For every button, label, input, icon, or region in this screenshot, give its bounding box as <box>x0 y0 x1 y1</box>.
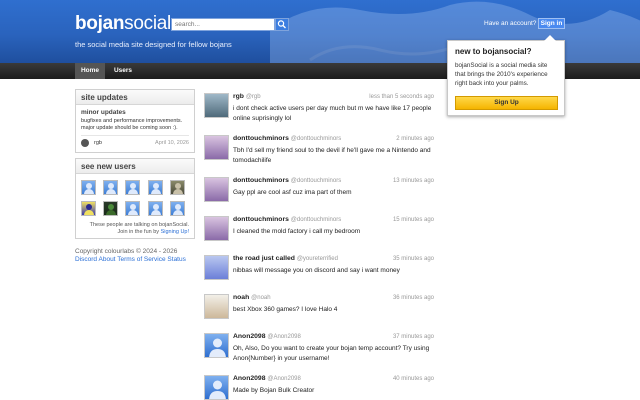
search-icon <box>277 20 286 29</box>
post-text: Made by Bojan Bulk Creator <box>233 387 315 394</box>
post-handle: @Anon2098 <box>267 334 301 340</box>
new-user-avatar[interactable] <box>103 201 118 216</box>
post-avatar[interactable] <box>204 375 229 400</box>
post-text: best Xbox 360 games? I love Halo 4 <box>233 306 338 313</box>
post-item: noah @noah 36 minutes ago best Xbox 360 … <box>204 294 436 322</box>
post-avatar[interactable] <box>204 255 229 280</box>
update-item: minor updates bugfixes and performance i… <box>76 105 194 149</box>
nav-users[interactable]: Users <box>107 63 139 79</box>
post-item: donttouchminors @donttouchminors 13 minu… <box>204 177 436 205</box>
post-text: I cleaned the mold factory i call my bed… <box>233 228 361 235</box>
post-author[interactable]: rgb @rgb <box>233 93 261 100</box>
post-text: nibbas will message you on discord and s… <box>233 267 400 274</box>
post-text: i dont check active users per day much b… <box>233 105 432 122</box>
new-user-avatar[interactable] <box>125 201 140 216</box>
site-tagline: the social media site designed for fello… <box>75 40 232 49</box>
update-meta: rgb April 10, 2026 <box>81 135 189 149</box>
post-author[interactable]: Anon2098 @Anon2098 <box>233 375 301 382</box>
post-author[interactable]: donttouchminors @donttouchminors <box>233 177 341 184</box>
footer-link-terms[interactable]: Terms of Service <box>117 256 165 263</box>
join-note: These people are talking on bojanSocial.… <box>76 222 194 239</box>
footer-link-status[interactable]: Status <box>167 256 185 263</box>
new-user-avatar[interactable] <box>81 201 96 216</box>
post-text: Oh, Also, Do you want to create your boj… <box>233 345 430 362</box>
update-author-avatar[interactable] <box>81 139 89 147</box>
post-handle: @noah <box>251 295 271 301</box>
post-item: rgb @rgb less than 5 seconds ago i dont … <box>204 93 436 127</box>
new-user-avatar[interactable] <box>81 180 96 195</box>
post-author[interactable]: the road just called @youreterrified <box>233 255 338 262</box>
footer-link-about[interactable]: About <box>99 256 116 263</box>
post-time[interactable]: 2 minutes ago <box>396 136 434 142</box>
post-item: donttouchminors @donttouchminors 15 minu… <box>204 216 436 244</box>
update-body: bugfixes and performance improvements. m… <box>81 118 183 131</box>
post-author[interactable]: donttouchminors @donttouchminors <box>233 135 341 142</box>
popover-arrow <box>544 35 556 41</box>
site-updates-heading: site updates <box>76 90 194 105</box>
logo-bold-text: bojan <box>75 13 125 34</box>
post-handle: @rgb <box>245 94 261 100</box>
post-time[interactable]: 15 minutes ago <box>393 217 434 223</box>
post-time[interactable]: 35 minutes ago <box>393 256 434 262</box>
post-avatar[interactable] <box>204 177 229 202</box>
logo-rest-text: social <box>124 13 171 34</box>
post-avatar[interactable] <box>204 135 229 160</box>
post-author[interactable]: donttouchminors @donttouchminors <box>233 216 341 223</box>
update-date: April 10, 2026 <box>155 140 189 146</box>
signup-popover: new to bojansocial? bojanSocial is a soc… <box>447 35 565 116</box>
post-time[interactable]: less than 5 seconds ago <box>369 94 434 100</box>
new-user-avatar[interactable] <box>148 180 163 195</box>
post-item: donttouchminors @donttouchminors 2 minut… <box>204 135 436 169</box>
footer: Copyright colourlabs © 2024 - 2026 Disco… <box>75 248 186 264</box>
footer-links: Discord About Terms of Service Status <box>75 256 186 264</box>
copyright-text: Copyright colourlabs © 2024 - 2026 <box>75 248 178 255</box>
sign-up-button[interactable]: Sign Up <box>455 96 558 110</box>
new-user-avatar[interactable] <box>125 180 140 195</box>
post-item: Anon2098 @Anon2098 40 minutes ago Made b… <box>204 375 436 400</box>
post-time[interactable]: 40 minutes ago <box>393 376 434 382</box>
post-item: Anon2098 @Anon2098 37 minutes ago Oh, Al… <box>204 333 436 369</box>
post-handle: @donttouchminors <box>290 217 342 223</box>
post-time[interactable]: 37 minutes ago <box>393 334 434 340</box>
post-handle: @donttouchminors <box>290 136 342 142</box>
new-user-avatar[interactable] <box>170 201 185 216</box>
post-avatar[interactable] <box>204 333 229 358</box>
update-author[interactable]: rgb <box>94 140 102 146</box>
new-users-heading: see new users <box>76 159 194 174</box>
post-handle: @donttouchminors <box>290 178 342 184</box>
post-avatar[interactable] <box>204 216 229 241</box>
nav-home[interactable]: Home <box>75 63 105 79</box>
post-author[interactable]: noah @noah <box>233 294 271 301</box>
site-updates-box: site updates minor updates bugfixes and … <box>75 89 195 153</box>
have-account-text: Have an account? <box>484 20 537 27</box>
post-author[interactable]: Anon2098 @Anon2098 <box>233 333 301 340</box>
popover-body: bojanSocial is a social media site that … <box>455 62 548 87</box>
post-item: the road just called @youreterrified 35 … <box>204 255 436 283</box>
new-user-avatar[interactable] <box>148 201 163 216</box>
new-users-box: see new users These people are talking o… <box>75 158 195 239</box>
new-users-grid <box>81 180 194 222</box>
sign-in-button[interactable]: Sign in <box>538 18 565 29</box>
post-handle: @youreterrified <box>296 256 338 262</box>
search-input[interactable] <box>171 18 275 31</box>
footer-link-discord[interactable]: Discord <box>75 256 97 263</box>
post-handle: @Anon2098 <box>267 376 301 382</box>
world-map-graphic <box>270 1 640 63</box>
post-text: Tbh I'd sell my friend soul to the devil… <box>233 147 431 164</box>
site-logo[interactable]: bojansocial <box>75 13 171 35</box>
popover-title: new to bojansocial? <box>455 47 532 56</box>
post-time[interactable]: 13 minutes ago <box>393 178 434 184</box>
new-user-avatar[interactable] <box>170 180 185 195</box>
search-form <box>171 18 289 31</box>
signing-up-link[interactable]: Signing Up! <box>161 229 189 235</box>
post-time[interactable]: 36 minutes ago <box>393 295 434 301</box>
post-text: Gay ppl are cool asf cuz ima part of the… <box>233 189 352 196</box>
post-avatar[interactable] <box>204 294 229 319</box>
search-button[interactable] <box>275 18 289 31</box>
post-avatar[interactable] <box>204 93 229 118</box>
update-title[interactable]: minor updates <box>81 109 189 116</box>
join-note-line2: Join in the fun by <box>117 228 160 235</box>
new-user-avatar[interactable] <box>103 180 118 195</box>
